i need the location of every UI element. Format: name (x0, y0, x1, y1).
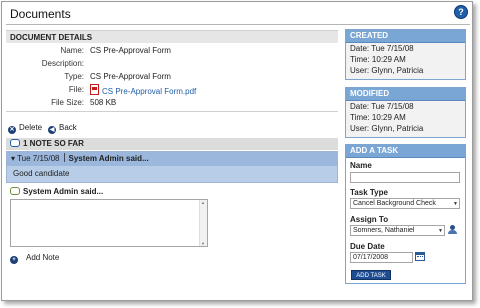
note-date: Tue 7/15/08 (17, 154, 60, 163)
task-type-label: Task Type (350, 188, 388, 197)
chevron-down-icon: ▼ (438, 228, 443, 234)
file-label: File: (68, 85, 84, 94)
created-panel: CREATED Date: Tue 7/15/08 Time: 10:29 AM… (345, 29, 466, 80)
calendar-icon[interactable] (415, 252, 425, 261)
note-textarea[interactable] (10, 199, 208, 247)
detail-row-description: Description: (6, 58, 336, 70)
name-value: CS Pre-Approval Form (90, 46, 171, 55)
filesize-label: File Size: (51, 98, 84, 107)
compose-author: System Admin said... (23, 187, 104, 196)
note-item: ▾ Tue 7/15/08 System Admin said... Good c… (6, 151, 338, 183)
task-name-label: Name (350, 161, 372, 170)
compose-bubble-icon (10, 187, 20, 195)
details-divider (6, 111, 338, 112)
description-label: Description: (41, 59, 84, 68)
type-value: CS Pre-Approval Form (90, 72, 171, 81)
file-link[interactable]: CS Pre-Approval Form.pdf (102, 87, 196, 96)
textarea-scrollbar[interactable] (199, 200, 207, 246)
add-note-label: Add Note (26, 253, 60, 262)
delete-button[interactable]: ✕ Delete (8, 123, 43, 134)
add-task-button[interactable]: ADD TASK (351, 270, 391, 280)
back-label: Back (59, 123, 77, 132)
back-arrow-icon: ◀ (48, 126, 56, 134)
created-date: Date: Tue 7/15/08 (350, 44, 414, 53)
note-author: System Admin said... (68, 154, 149, 163)
help-icon[interactable]: ? (454, 5, 468, 19)
assign-to-value: Somners, Nathaniel (353, 227, 415, 234)
modified-user: User: Glynn, Patricia (350, 124, 424, 133)
title-divider (6, 24, 470, 25)
delete-label: Delete (19, 123, 43, 132)
note-meta: ▾ Tue 7/15/08 System Admin said... (7, 152, 337, 166)
created-user: User: Glynn, Patricia (350, 66, 424, 75)
name-label: Name: (60, 46, 84, 55)
assign-to-select[interactable]: Somners, Nathaniel ▼ (350, 225, 445, 236)
chevron-down-icon: ▼ (453, 201, 458, 207)
due-date-input[interactable]: 07/17/2008 (350, 252, 413, 263)
back-button[interactable]: ◀ Back (48, 123, 77, 134)
detail-row-filesize: File Size: 508 KB (6, 97, 336, 109)
note-divider (63, 153, 65, 162)
created-heading: CREATED (346, 30, 465, 43)
add-task-heading: ADD A TASK (346, 145, 465, 158)
document-details-heading: DOCUMENT DETAILS (6, 30, 338, 43)
page-title: Documents (10, 7, 71, 21)
add-task-panel: ADD A TASK Name Task Type Cancel Backgro… (345, 144, 466, 284)
filesize-value: 508 KB (90, 98, 117, 107)
compose-note-label: System Admin said... (10, 186, 103, 198)
add-note-button[interactable]: + Add Note (10, 253, 59, 264)
detail-row-name: Name: CS Pre-Approval Form (6, 45, 336, 57)
delete-icon: ✕ (8, 126, 16, 134)
task-type-select[interactable]: Cancel Background Check ▼ (350, 198, 460, 209)
modified-date: Date: Tue 7/15/08 (350, 102, 414, 111)
task-name-input[interactable] (350, 172, 460, 183)
note-text: Good candidate (13, 169, 70, 178)
modified-time: Time: 10:29 AM (350, 113, 406, 122)
documents-window: Documents ? DOCUMENT DETAILS Name: CS Pr… (1, 1, 473, 301)
plus-icon: + (10, 256, 18, 264)
file-link-wrap[interactable]: CS Pre-Approval Form.pdf (90, 84, 196, 98)
notes-heading: 1 NOTE SO FAR (6, 138, 338, 150)
speech-bubble-icon (10, 139, 20, 147)
type-label: Type: (64, 72, 84, 81)
due-date-label: Due Date (350, 242, 385, 251)
modified-panel: MODIFIED Date: Tue 7/15/08 Time: 10:29 A… (345, 87, 466, 138)
created-time: Time: 10:29 AM (350, 55, 406, 64)
detail-row-type: Type: CS Pre-Approval Form (6, 71, 336, 83)
pdf-icon (90, 84, 99, 95)
modified-heading: MODIFIED (346, 88, 465, 101)
detail-row-file: File: CS Pre-Approval Form.pdf (6, 84, 336, 96)
assign-to-label: Assign To (350, 215, 389, 224)
notes-count: 1 NOTE SO FAR (23, 139, 84, 148)
task-type-value: Cancel Background Check (353, 200, 436, 207)
people-picker-icon[interactable] (448, 225, 457, 234)
